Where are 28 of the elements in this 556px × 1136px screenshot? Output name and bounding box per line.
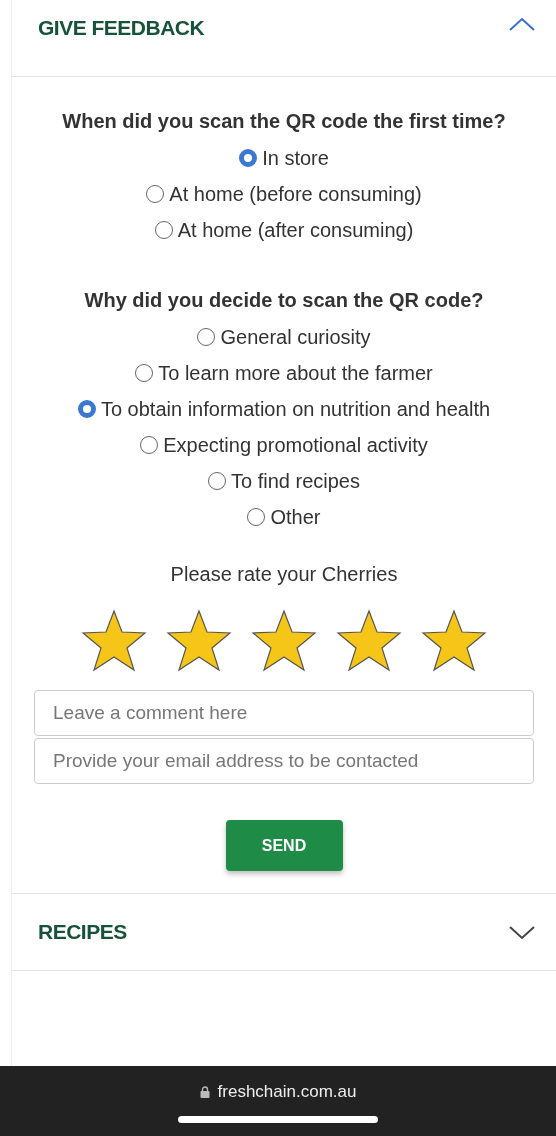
radio-option[interactable]: To obtain information on nutrition and health bbox=[77, 391, 491, 427]
star-icon[interactable] bbox=[420, 608, 488, 672]
star-icon[interactable] bbox=[80, 608, 148, 672]
rating-prompt: Please rate your Cherries bbox=[170, 563, 398, 586]
send-button[interactable]: SEND bbox=[225, 820, 343, 871]
radio-option[interactable]: Other bbox=[247, 499, 321, 535]
chevron-up-icon[interactable] bbox=[508, 16, 536, 32]
radio-option[interactable]: General curiosity bbox=[197, 319, 371, 355]
radio-option[interactable]: To find recipes bbox=[208, 463, 360, 499]
star-icon[interactable] bbox=[165, 608, 233, 672]
radio-option[interactable]: At home (before consuming) bbox=[146, 176, 422, 212]
section-header[interactable]: RECIPES bbox=[12, 894, 556, 971]
section-header[interactable]: GIVE FEEDBACK bbox=[12, 0, 556, 77]
question-text: Why did you decide to scan the QR code? bbox=[83, 288, 485, 313]
section-title: RECIPES bbox=[38, 920, 127, 944]
star-icon[interactable] bbox=[335, 608, 403, 672]
radio-option[interactable]: Expecting promotional activity bbox=[140, 427, 428, 463]
radio-option[interactable]: At home (after consuming) bbox=[154, 212, 414, 248]
question-text: When did you scan the QR code the first time? bbox=[61, 109, 507, 134]
radio-option[interactable]: In store bbox=[239, 140, 329, 176]
chevron-down-icon[interactable] bbox=[508, 924, 536, 940]
star-icon[interactable] bbox=[250, 608, 318, 672]
text-field[interactable]: Leave a comment here bbox=[34, 690, 534, 736]
section-title: GIVE FEEDBACK bbox=[38, 16, 205, 40]
url-text[interactable]: freshchain.com.au bbox=[217, 1082, 357, 1102]
radio-option[interactable]: To learn more about the farmer bbox=[135, 355, 433, 391]
lock-icon bbox=[199, 1086, 210, 1098]
text-field[interactable]: Provide your email address to be contacted bbox=[34, 738, 534, 784]
